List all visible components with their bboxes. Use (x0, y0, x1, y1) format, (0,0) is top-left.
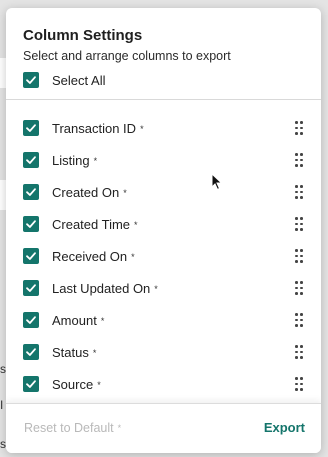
column-checkbox[interactable] (23, 152, 39, 168)
required-marker: * (131, 251, 135, 262)
column-item[interactable]: Received On * (6, 240, 321, 272)
column-item[interactable]: Source * (6, 368, 321, 400)
required-marker: * (123, 187, 127, 198)
checkmark-icon (26, 124, 36, 132)
drag-handle-icon[interactable] (295, 345, 303, 359)
column-item[interactable]: Amount * (6, 304, 321, 336)
column-settings-panel: Column Settings Select and arrange colum… (6, 8, 321, 453)
drag-handle-icon[interactable] (295, 281, 303, 295)
column-label: Amount * (52, 312, 105, 328)
column-item[interactable]: Transaction ID * (6, 112, 321, 144)
column-checkbox[interactable] (23, 280, 39, 296)
required-marker: * (97, 379, 101, 390)
column-label: Status * (52, 344, 97, 360)
column-label: Created Time * (52, 216, 138, 232)
drag-handle-icon[interactable] (295, 377, 303, 391)
checkmark-icon (26, 76, 36, 84)
column-checkbox[interactable] (23, 248, 39, 264)
column-item[interactable]: Listing * (6, 144, 321, 176)
checkmark-icon (26, 380, 36, 388)
required-marker: * (134, 219, 138, 230)
column-item[interactable]: Created Time * (6, 208, 321, 240)
select-all-checkbox[interactable] (23, 72, 39, 88)
reset-to-default-button[interactable]: Reset to Default * (24, 421, 121, 435)
required-marker: * (100, 315, 105, 326)
panel-footer: Reset to Default * Export (6, 403, 321, 453)
checkmark-icon (26, 156, 36, 164)
column-label: Last Updated On * (52, 280, 158, 296)
column-item[interactable]: Last Updated On * (6, 272, 321, 304)
column-item-partial[interactable] (6, 400, 321, 401)
column-checkbox[interactable] (23, 184, 39, 200)
checkmark-icon (26, 188, 36, 196)
column-checkbox[interactable] (23, 216, 39, 232)
column-label: Transaction ID * (52, 120, 144, 136)
export-button[interactable]: Export (264, 420, 305, 435)
column-list: Transaction ID * Listing * Created On * Cre… (6, 101, 321, 401)
column-item[interactable]: Created On * (6, 176, 321, 208)
background-text-fragment: I (0, 398, 4, 412)
drag-handle-icon[interactable] (295, 185, 303, 199)
column-label: Received On * (52, 248, 135, 264)
column-checkbox[interactable] (23, 312, 39, 328)
checkmark-icon (26, 284, 36, 292)
checkmark-icon (26, 316, 36, 324)
column-label: Created On * (52, 184, 127, 200)
drag-handle-icon[interactable] (295, 313, 303, 327)
required-marker: * (93, 155, 98, 166)
drag-handle-icon[interactable] (295, 249, 303, 263)
panel-header: Column Settings Select and arrange colum… (6, 8, 321, 100)
column-item[interactable]: Status * (6, 336, 321, 368)
panel-title: Column Settings (23, 27, 143, 44)
select-all-label: Select All (52, 72, 106, 88)
column-checkbox[interactable] (23, 376, 39, 392)
drag-handle-icon[interactable] (295, 217, 303, 231)
select-all-option[interactable]: Select All (23, 70, 105, 90)
required-marker: * (117, 423, 122, 433)
required-marker: * (140, 123, 144, 134)
column-label: Source * (52, 376, 101, 392)
mouse-pointer-icon (211, 173, 223, 191)
drag-handle-icon[interactable] (295, 153, 303, 167)
checkmark-icon (26, 220, 36, 228)
column-checkbox[interactable] (23, 120, 39, 136)
checkmark-icon (26, 348, 36, 356)
checkmark-icon (26, 252, 36, 260)
drag-handle-icon[interactable] (295, 121, 303, 135)
column-label: Listing * (52, 152, 98, 168)
required-marker: * (154, 283, 158, 294)
panel-subtitle: Select and arrange columns to export (23, 49, 231, 63)
required-marker: * (92, 347, 97, 358)
column-checkbox[interactable] (23, 344, 39, 360)
